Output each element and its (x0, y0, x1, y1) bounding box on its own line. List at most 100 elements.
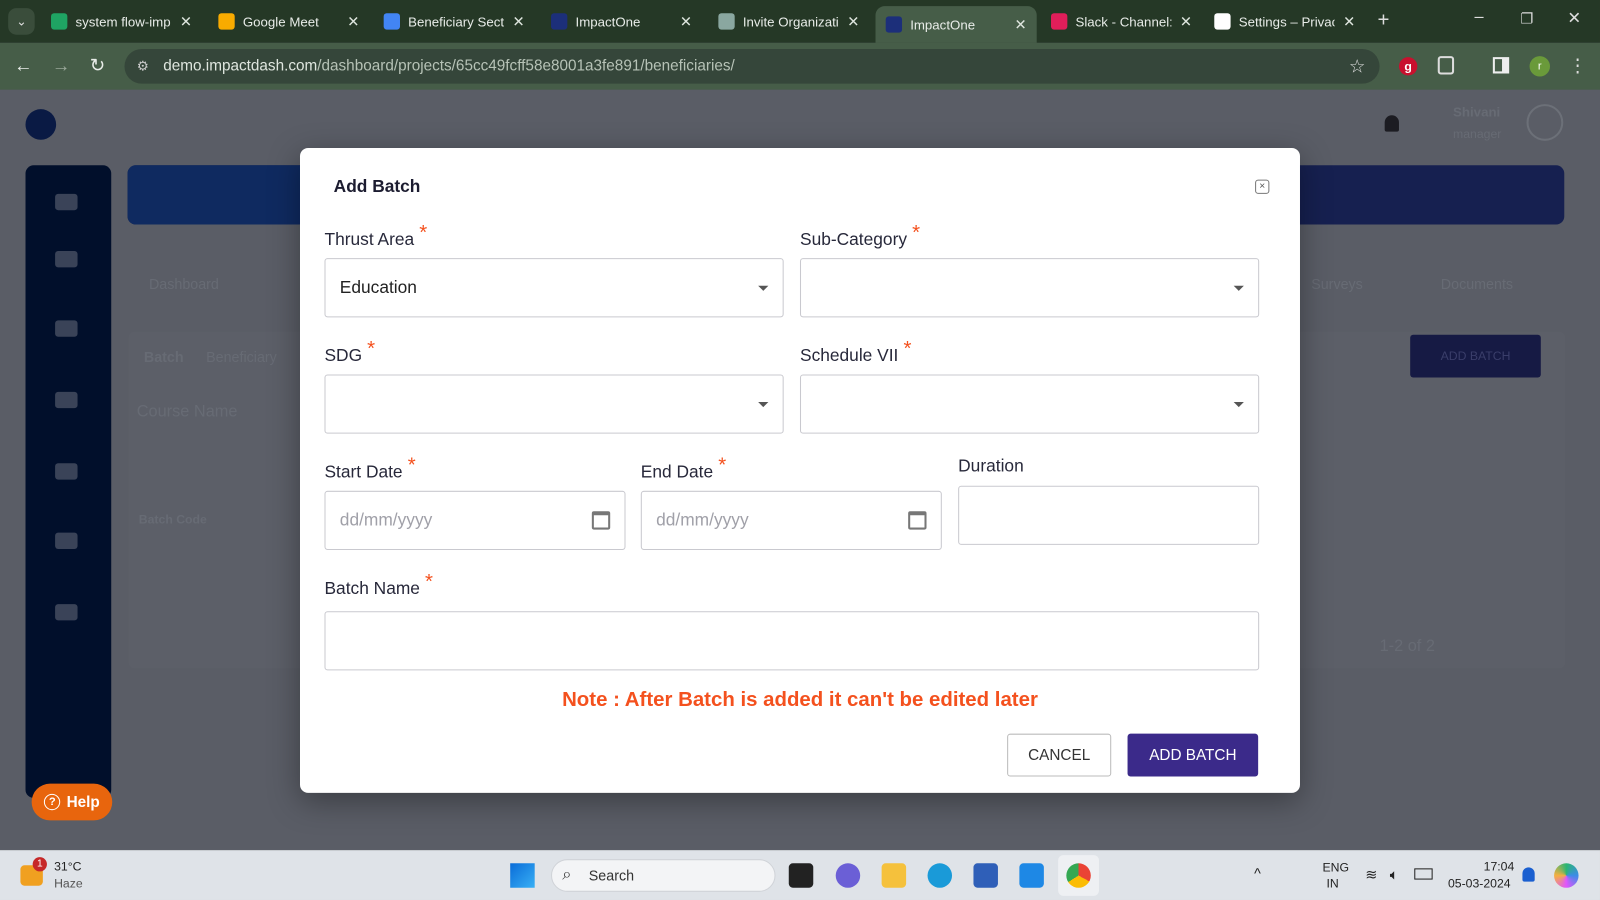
close-tab-icon[interactable]: ✕ (347, 13, 359, 30)
tab-favicon-icon (383, 13, 400, 30)
forward-icon[interactable]: → (52, 55, 70, 76)
sub-category-select[interactable] (799, 258, 1260, 318)
wifi-icon[interactable]: ≋ (1365, 866, 1377, 883)
side-panel-icon[interactable] (1492, 57, 1510, 74)
schedule-vii-select[interactable] (799, 374, 1260, 434)
tab-dashboard[interactable]: Dashboard (149, 276, 219, 292)
sidebar-dashboard-icon[interactable] (55, 193, 78, 211)
menu-icon[interactable]: ⋮ (1568, 55, 1586, 76)
weather-desc: Haze (54, 876, 83, 891)
browser-tab[interactable]: system flow-imp ✕ (41, 6, 202, 37)
volume-icon[interactable]: 🔈︎ (1390, 866, 1399, 883)
sidebar-settings-icon[interactable] (55, 463, 78, 480)
sidebar-users-icon[interactable] (55, 391, 78, 409)
duration-label: Duration (958, 456, 1024, 476)
chrome-taskbar-button[interactable] (1058, 855, 1099, 896)
new-tab-button[interactable]: + (1378, 9, 1390, 32)
language[interactable]: ENG (1322, 860, 1349, 874)
notification-bell-icon[interactable] (1384, 115, 1399, 132)
tray-overflow-icon[interactable]: ^ (1254, 865, 1261, 881)
tab-title: Settings – Privacy (1238, 13, 1335, 30)
tab-favicon-icon (1051, 13, 1068, 30)
close-tab-icon[interactable]: ✕ (847, 13, 859, 30)
browser-tab[interactable]: ImpactOne ✕ (875, 6, 1037, 43)
tab-surveys[interactable]: Surveys (1311, 276, 1363, 292)
tab-search-button[interactable]: ⌄ (8, 8, 35, 35)
weather-badge: 1 (32, 857, 47, 872)
tab-title: ImpactOne (575, 13, 641, 30)
profile-avatar[interactable]: r (1529, 56, 1550, 77)
file-explorer-icon[interactable] (881, 863, 907, 888)
chevron-down-icon (758, 401, 769, 407)
browser-tab[interactable]: Slack - Channel: ✕ (1041, 6, 1202, 37)
back-icon[interactable]: ← (14, 55, 32, 76)
thrust-area-select[interactable]: Education (324, 258, 784, 318)
sidebar-reports-icon[interactable] (55, 320, 78, 337)
mail-icon[interactable] (1019, 863, 1044, 888)
browser-tab[interactable]: Invite Organizatio ✕ (708, 6, 869, 37)
site-info-icon[interactable]: ⚙ (137, 49, 149, 84)
subtab-batch[interactable]: Batch (144, 349, 184, 365)
minimize-button[interactable]: – (1474, 8, 1483, 26)
edge-icon[interactable] (927, 863, 953, 888)
dialog-title: Add Batch (333, 176, 421, 196)
close-icon[interactable]: × (1255, 179, 1270, 194)
sidebar-support-icon[interactable] (55, 532, 78, 549)
browser-tab[interactable]: Beneficiary Sectio ✕ (373, 6, 534, 37)
teams-icon[interactable] (835, 863, 861, 888)
start-date-input[interactable]: dd/mm/yyyy (324, 490, 626, 550)
sidebar-docs-icon[interactable] (55, 604, 78, 621)
extensions-icon[interactable] (1437, 56, 1455, 75)
duration-input[interactable] (958, 485, 1260, 545)
end-date-input[interactable]: dd/mm/yyyy (640, 490, 942, 550)
address-bar[interactable]: ⚙ demo.impactdash.com/dashboard/projects… (124, 48, 1380, 84)
schedule-vii-label: Schedule VII * (799, 337, 912, 366)
task-view-icon[interactable] (788, 863, 814, 888)
browser-tab[interactable]: Google Meet ✕ (208, 6, 369, 37)
calendar-icon[interactable] (908, 511, 927, 530)
sidebar-projects-icon[interactable] (55, 251, 78, 268)
course-name-label: Course Name (136, 403, 238, 421)
reload-icon[interactable]: ↻ (90, 55, 105, 76)
browser-tab[interactable]: ImpactOne ✕ (541, 6, 702, 37)
cancel-button[interactable]: CANCEL (1007, 733, 1112, 777)
close-tab-icon[interactable]: ✕ (680, 13, 692, 30)
close-window-button[interactable]: ✕ (1567, 8, 1581, 28)
add-batch-dialog: Add Batch × Thrust Area * Education Sub-C… (299, 147, 1300, 793)
tab-title: Invite Organizatio (742, 13, 840, 30)
browser-tab[interactable]: Settings – Privacy ✕ (1204, 6, 1365, 37)
add-batch-button[interactable]: ADD BATCH (1127, 733, 1259, 777)
tab-favicon-icon (718, 13, 735, 30)
tab-title: Slack - Channel: (1075, 13, 1172, 30)
chevron-down-icon (1233, 401, 1244, 407)
tab-title: Beneficiary Sectio (408, 13, 505, 30)
clock-time[interactable]: 17:04 (1484, 859, 1515, 873)
help-button[interactable]: ? Help (31, 783, 113, 821)
tab-favicon-icon (51, 13, 68, 30)
grammarly-extension-icon[interactable]: g (1398, 57, 1418, 76)
sdg-select[interactable] (324, 374, 784, 434)
store-icon[interactable] (973, 863, 998, 888)
battery-icon[interactable] (1414, 868, 1433, 880)
calendar-icon[interactable] (591, 511, 611, 530)
taskbar-search[interactable]: ⌕ Search (551, 859, 776, 892)
chevron-down-icon (1233, 285, 1244, 291)
user-name: Shivani (1453, 104, 1501, 120)
thrust-area-label: Thrust Area * (324, 221, 428, 249)
clock-date[interactable]: 05-03-2024 (1448, 877, 1511, 891)
copilot-icon[interactable] (1554, 863, 1579, 888)
tab-documents[interactable]: Documents (1441, 276, 1513, 292)
bookmark-star-icon[interactable]: ☆ (1349, 49, 1365, 84)
close-tab-icon[interactable]: ✕ (1180, 13, 1192, 30)
close-tab-icon[interactable]: ✕ (513, 13, 525, 30)
close-tab-icon[interactable]: ✕ (1343, 13, 1355, 30)
batch-name-input[interactable] (324, 611, 1260, 671)
windows-start-icon[interactable] (510, 863, 535, 888)
subtab-beneficiary[interactable]: Beneficiary (206, 349, 277, 365)
close-tab-icon[interactable]: ✕ (1015, 16, 1027, 33)
user-avatar[interactable] (1526, 104, 1564, 141)
close-tab-icon[interactable]: ✕ (180, 13, 192, 30)
restore-button[interactable]: ❐ (1520, 10, 1533, 27)
notifications-icon[interactable] (1522, 867, 1535, 882)
tab-favicon-icon (885, 16, 903, 33)
